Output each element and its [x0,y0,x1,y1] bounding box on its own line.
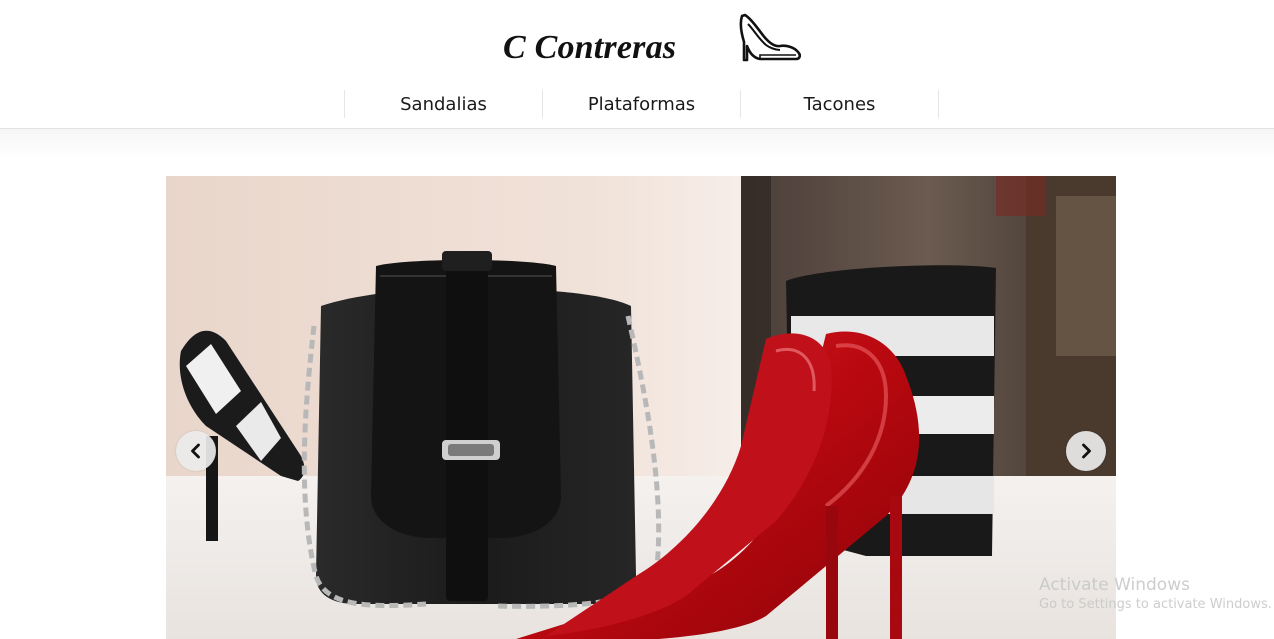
main-nav: Sandalias Plataformas Tacones [344,90,939,118]
hero-carousel [166,176,1116,639]
chevron-left-icon [191,443,200,459]
nav-item-plataformas[interactable]: Plataformas [543,90,741,118]
nav-item-tacones[interactable]: Tacones [741,90,939,118]
carousel-prev-button[interactable] [176,431,216,471]
high-heel-shoe-icon[interactable] [736,12,802,64]
site-header: C Contreras Sandalias Plataformas Tacone… [0,0,1274,129]
chevron-right-icon [1082,443,1091,459]
nav-item-sandalias[interactable]: Sandalias [345,90,543,118]
hero-slide-image [166,176,1116,639]
brand-logo-text[interactable]: C Contreras [503,28,676,68]
header-shadow-band [0,129,1274,159]
carousel-next-button[interactable] [1066,431,1106,471]
